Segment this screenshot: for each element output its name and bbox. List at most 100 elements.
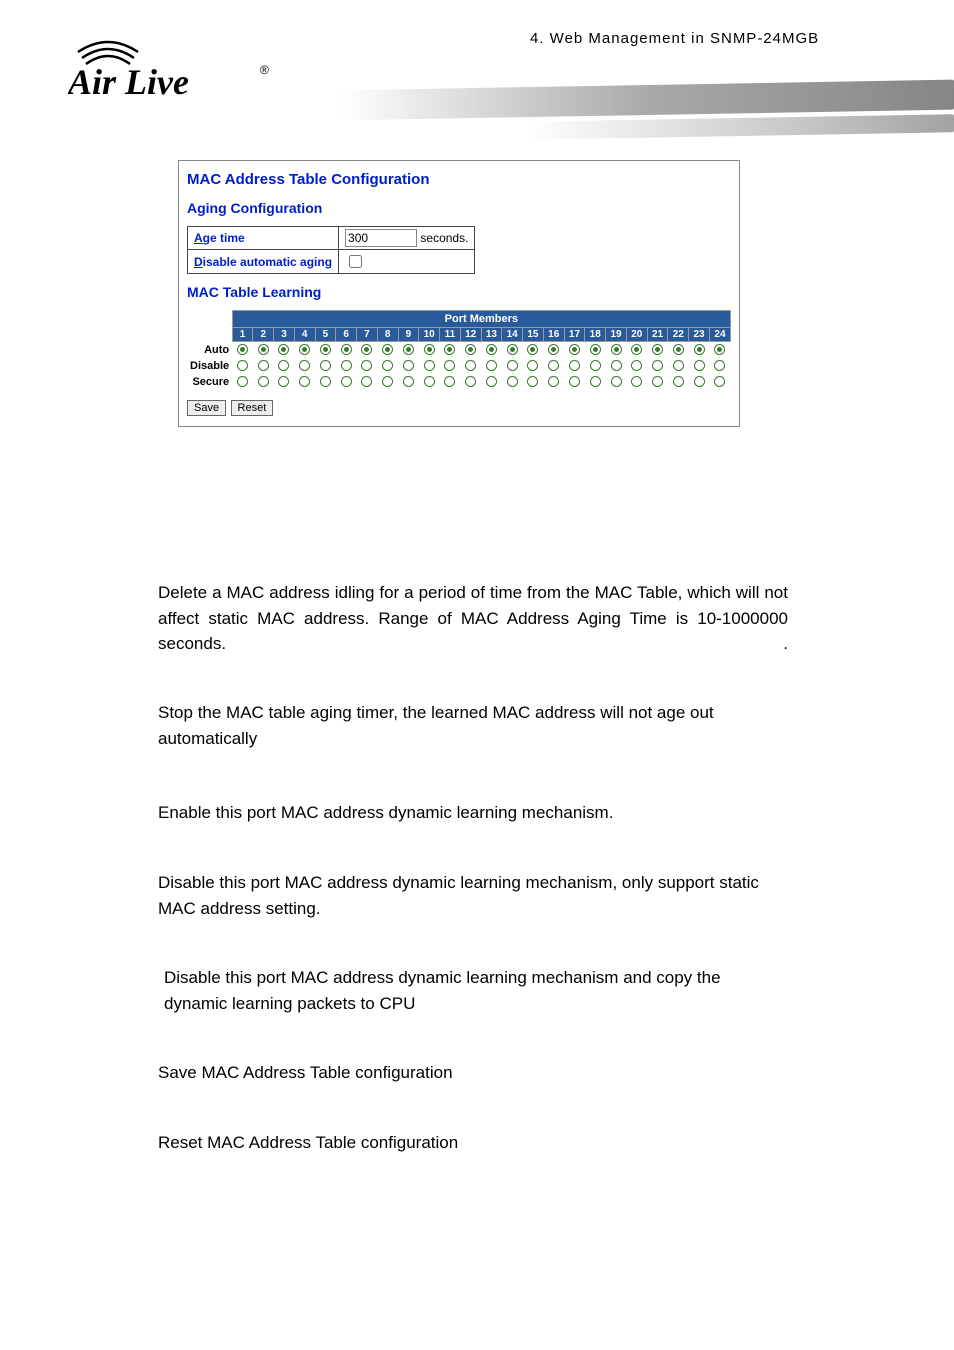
radio-auto-port-7[interactable] xyxy=(361,344,372,355)
radio-auto-port-22[interactable] xyxy=(673,344,684,355)
radio-disable-port-22[interactable] xyxy=(673,360,684,371)
radio-secure-port-14[interactable] xyxy=(507,376,518,387)
radio-auto-port-14[interactable] xyxy=(507,344,518,355)
radio-secure-port-7[interactable] xyxy=(361,376,372,387)
para-auto: Enable this port MAC address dynamic lea… xyxy=(158,800,788,826)
para-age-time: Delete a MAC address idling for a period… xyxy=(158,580,788,657)
radio-disable-port-23[interactable] xyxy=(694,360,705,371)
radio-auto-port-10[interactable] xyxy=(424,344,435,355)
radio-secure-port-18[interactable] xyxy=(590,376,601,387)
radio-secure-port-6[interactable] xyxy=(341,376,352,387)
radio-auto-port-21[interactable] xyxy=(652,344,663,355)
age-time-input[interactable] xyxy=(345,229,417,247)
radio-secure-port-23[interactable] xyxy=(694,376,705,387)
port-col-9: 9 xyxy=(398,328,419,342)
para-secure: Disable this port MAC address dynamic le… xyxy=(164,965,788,1016)
port-col-24: 24 xyxy=(709,328,730,342)
port-col-10: 10 xyxy=(419,328,440,342)
radio-disable-port-19[interactable] xyxy=(611,360,622,371)
aging-config-title: Aging Configuration xyxy=(187,200,731,216)
radio-auto-port-18[interactable] xyxy=(590,344,601,355)
radio-auto-port-13[interactable] xyxy=(486,344,497,355)
radio-auto-port-19[interactable] xyxy=(611,344,622,355)
radio-disable-port-5[interactable] xyxy=(320,360,331,371)
radio-secure-port-3[interactable] xyxy=(278,376,289,387)
radio-auto-port-12[interactable] xyxy=(465,344,476,355)
svg-text:Air Live: Air Live xyxy=(68,62,189,102)
radio-auto-port-15[interactable] xyxy=(527,344,538,355)
radio-secure-port-19[interactable] xyxy=(611,376,622,387)
disable-aging-checkbox[interactable] xyxy=(349,255,362,268)
radio-auto-port-9[interactable] xyxy=(403,344,414,355)
radio-disable-port-9[interactable] xyxy=(403,360,414,371)
radio-secure-port-12[interactable] xyxy=(465,376,476,387)
brand-logo: Air Live ® xyxy=(68,32,278,107)
radio-disable-port-2[interactable] xyxy=(258,360,269,371)
save-button[interactable]: Save xyxy=(187,400,226,416)
decorative-banner-1 xyxy=(340,80,954,121)
radio-secure-port-20[interactable] xyxy=(631,376,642,387)
radio-auto-port-16[interactable] xyxy=(548,344,559,355)
radio-disable-port-1[interactable] xyxy=(237,360,248,371)
radio-disable-port-11[interactable] xyxy=(444,360,455,371)
age-time-label: Age time xyxy=(188,227,339,250)
radio-secure-port-11[interactable] xyxy=(444,376,455,387)
port-col-22: 22 xyxy=(668,328,689,342)
radio-auto-port-6[interactable] xyxy=(341,344,352,355)
radio-auto-port-11[interactable] xyxy=(444,344,455,355)
radio-disable-port-13[interactable] xyxy=(486,360,497,371)
radio-disable-port-14[interactable] xyxy=(507,360,518,371)
radio-secure-port-24[interactable] xyxy=(714,376,725,387)
radio-auto-port-17[interactable] xyxy=(569,344,580,355)
radio-secure-port-22[interactable] xyxy=(673,376,684,387)
row-label-disable: Disable xyxy=(187,358,232,374)
radio-disable-port-10[interactable] xyxy=(424,360,435,371)
radio-auto-port-23[interactable] xyxy=(694,344,705,355)
port-col-11: 11 xyxy=(440,328,461,342)
radio-secure-port-17[interactable] xyxy=(569,376,580,387)
radio-secure-port-2[interactable] xyxy=(258,376,269,387)
radio-disable-port-8[interactable] xyxy=(382,360,393,371)
radio-auto-port-2[interactable] xyxy=(258,344,269,355)
disable-aging-label: Disable automatic aging xyxy=(188,250,339,274)
radio-auto-port-24[interactable] xyxy=(714,344,725,355)
radio-disable-port-21[interactable] xyxy=(652,360,663,371)
port-col-2: 2 xyxy=(253,328,274,342)
radio-auto-port-4[interactable] xyxy=(299,344,310,355)
port-col-3: 3 xyxy=(274,328,295,342)
port-members-table: Port Members 123456789101112131415161718… xyxy=(187,310,731,390)
port-members-header: Port Members xyxy=(232,311,730,328)
radio-secure-port-5[interactable] xyxy=(320,376,331,387)
radio-secure-port-1[interactable] xyxy=(237,376,248,387)
para-disable-aging: Stop the MAC table aging timer, the lear… xyxy=(158,700,788,751)
radio-secure-port-16[interactable] xyxy=(548,376,559,387)
radio-secure-port-10[interactable] xyxy=(424,376,435,387)
radio-disable-port-12[interactable] xyxy=(465,360,476,371)
radio-disable-port-18[interactable] xyxy=(590,360,601,371)
port-col-23: 23 xyxy=(689,328,710,342)
radio-disable-port-15[interactable] xyxy=(527,360,538,371)
radio-disable-port-3[interactable] xyxy=(278,360,289,371)
radio-disable-port-16[interactable] xyxy=(548,360,559,371)
radio-auto-port-3[interactable] xyxy=(278,344,289,355)
radio-disable-port-4[interactable] xyxy=(299,360,310,371)
radio-secure-port-8[interactable] xyxy=(382,376,393,387)
radio-secure-port-13[interactable] xyxy=(486,376,497,387)
radio-auto-port-5[interactable] xyxy=(320,344,331,355)
radio-disable-port-6[interactable] xyxy=(341,360,352,371)
radio-auto-port-20[interactable] xyxy=(631,344,642,355)
para-save: Save MAC Address Table configuration xyxy=(158,1060,788,1086)
radio-disable-port-20[interactable] xyxy=(631,360,642,371)
radio-disable-port-7[interactable] xyxy=(361,360,372,371)
reset-button[interactable]: Reset xyxy=(231,400,274,416)
radio-secure-port-21[interactable] xyxy=(652,376,663,387)
radio-disable-port-17[interactable] xyxy=(569,360,580,371)
row-label-secure: Secure xyxy=(187,374,232,390)
radio-secure-port-15[interactable] xyxy=(527,376,538,387)
radio-secure-port-9[interactable] xyxy=(403,376,414,387)
radio-auto-port-8[interactable] xyxy=(382,344,393,355)
radio-secure-port-4[interactable] xyxy=(299,376,310,387)
radio-disable-port-24[interactable] xyxy=(714,360,725,371)
radio-auto-port-1[interactable] xyxy=(237,344,248,355)
mac-learning-title: MAC Table Learning xyxy=(187,284,731,300)
